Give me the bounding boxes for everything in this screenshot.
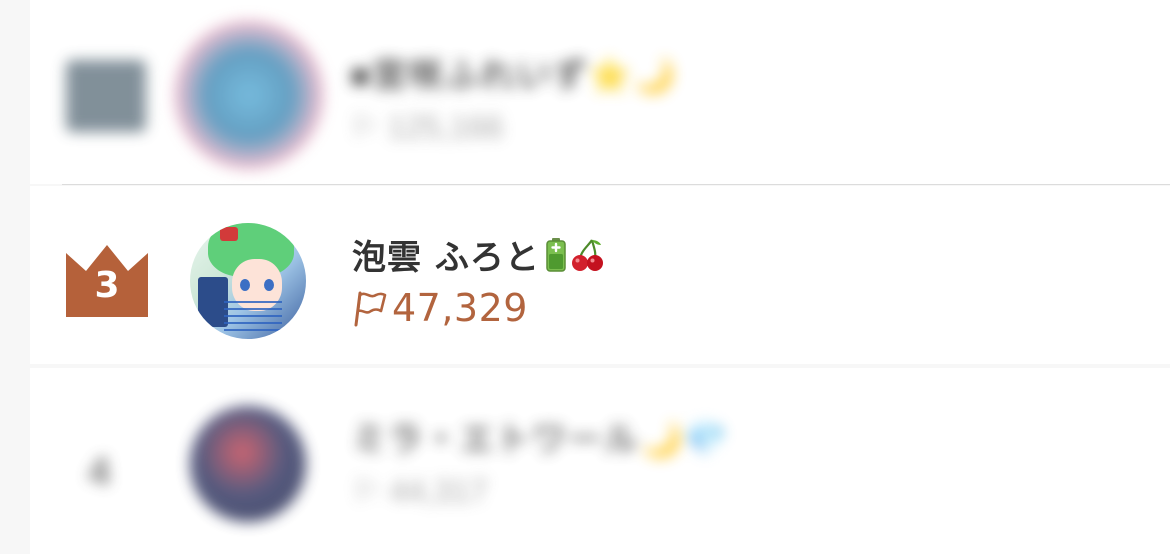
- cherry-icon: [571, 238, 603, 271]
- point-count-row: 47,329: [352, 286, 528, 330]
- point-count: ⚐ 125,166: [350, 109, 504, 145]
- point-count: 47,329: [392, 286, 528, 330]
- avatar[interactable]: [190, 223, 306, 339]
- user-name: ミラ・エトワール🌙💎: [352, 421, 729, 459]
- avatar[interactable]: [190, 406, 306, 522]
- rank-number: 3: [94, 265, 120, 306]
- crown-rank-icon: 3: [66, 241, 148, 317]
- point-count: ⚐ 44,317: [352, 473, 488, 509]
- ranking-row-previous[interactable]: ■宮咲ふれいず⭐🌙 ⚐ 125,166: [30, 0, 1170, 184]
- rank-number: 4: [88, 450, 111, 494]
- rank-badge-icon: [66, 60, 146, 132]
- battery-icon: [546, 237, 566, 272]
- ranking-row-current[interactable]: 3 泡雲 ふろと 47,329: [30, 186, 1170, 364]
- flag-icon: [354, 291, 387, 327]
- user-name: 泡雲 ふろと: [352, 238, 540, 278]
- avatar[interactable]: [174, 20, 324, 170]
- user-name-block[interactable]: 泡雲 ふろと: [352, 230, 604, 279]
- ranking-row-next[interactable]: 4 ミラ・エトワール🌙💎 ⚐ 44,317: [30, 368, 1170, 554]
- row-divider: [62, 184, 1170, 185]
- user-name: ■宮咲ふれいず⭐🌙: [350, 57, 678, 95]
